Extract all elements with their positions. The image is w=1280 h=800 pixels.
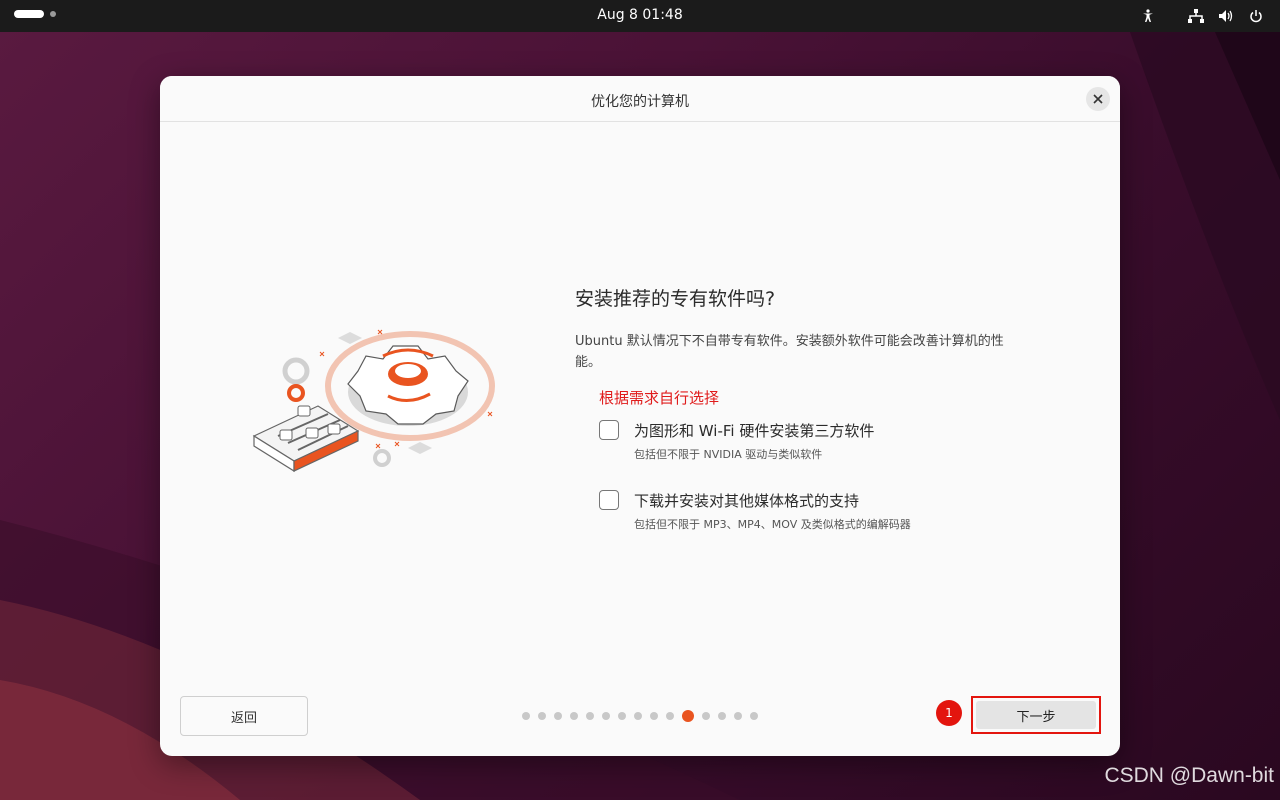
back-button[interactable]: 返回 — [180, 696, 308, 736]
progress-dot — [634, 712, 642, 720]
progress-dot — [650, 712, 658, 720]
next-button-highlight: 下一步 — [971, 696, 1101, 734]
progress-dots — [522, 710, 758, 722]
progress-dot-active — [682, 710, 694, 722]
clock[interactable]: Aug 8 01:48 — [0, 7, 1280, 23]
third-party-checkbox[interactable] — [599, 420, 619, 440]
media-formats-checkbox[interactable] — [599, 490, 619, 510]
progress-dot — [554, 712, 562, 720]
option-label[interactable]: 下载并安装对其他媒体格式的支持 — [634, 490, 859, 511]
progress-dot — [718, 712, 726, 720]
close-button[interactable] — [1086, 87, 1110, 111]
option-label[interactable]: 为图形和 Wi-Fi 硬件安装第三方软件 — [634, 420, 874, 441]
question-title: 安装推荐的专有软件吗? — [575, 288, 776, 310]
option-description: 包括但不限于 NVIDIA 驱动与类似软件 — [634, 448, 823, 461]
top-bar: Aug 8 01:48 — [0, 0, 1280, 32]
system-tray[interactable] — [1138, 6, 1266, 26]
dialog-title: 优化您的计算机 — [591, 94, 689, 110]
close-icon — [1093, 94, 1103, 104]
progress-dot — [702, 712, 710, 720]
progress-dot — [602, 712, 610, 720]
dialog-header: 优化您的计算机 — [160, 76, 1120, 122]
accessibility-icon[interactable] — [1138, 6, 1158, 26]
power-icon[interactable] — [1246, 6, 1266, 26]
content-panel: 安装推荐的专有软件吗? Ubuntu 默认情况下不自带专有软件。安装额外软件可能… — [575, 284, 1025, 536]
step-badge: 1 — [936, 700, 962, 726]
progress-dot — [750, 712, 758, 720]
network-icon[interactable] — [1186, 6, 1206, 26]
option-description: 包括但不限于 MP3、MP4、MOV 及类似格式的编解码器 — [634, 518, 911, 531]
watermark: CSDN @Dawn-bit — [1104, 764, 1274, 787]
progress-dot — [586, 712, 594, 720]
progress-dot — [734, 712, 742, 720]
option-third-party-software[interactable]: 为图形和 Wi-Fi 硬件安装第三方软件 包括但不限于 NVIDIA 驱动与类似… — [599, 420, 1025, 466]
progress-dot — [618, 712, 626, 720]
installer-dialog: 优化您的计算机 安装推荐的专有软件吗? Ubuntu 默认情况下不自带专有软件。… — [160, 76, 1120, 756]
annotation-text: 根据需求自行选择 — [599, 389, 720, 407]
option-media-formats[interactable]: 下载并安装对其他媒体格式的支持 包括但不限于 MP3、MP4、MOV 及类似格式… — [599, 490, 1025, 536]
progress-dot — [538, 712, 546, 720]
progress-dot — [666, 712, 674, 720]
volume-icon[interactable] — [1216, 6, 1236, 26]
next-button[interactable]: 下一步 — [976, 701, 1096, 729]
description-text: Ubuntu 默认情况下不自带专有软件。安装额外软件可能会改善计算机的性能。 — [575, 334, 1004, 370]
progress-dot — [522, 712, 530, 720]
progress-dot — [570, 712, 578, 720]
gear-illustration — [252, 329, 495, 473]
